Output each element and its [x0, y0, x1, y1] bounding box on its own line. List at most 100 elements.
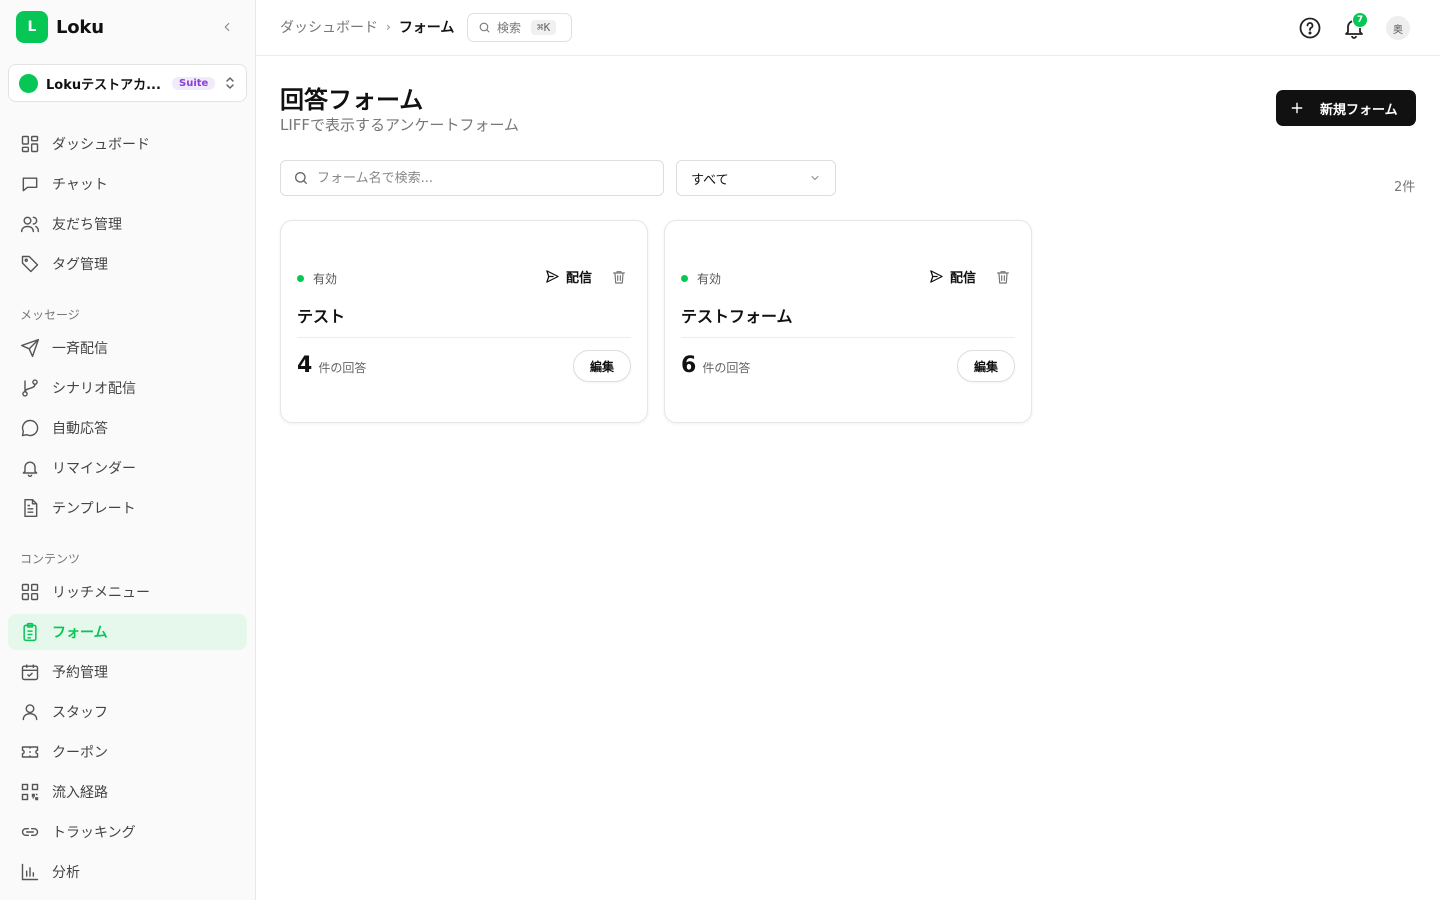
sidebar-item-chat[interactable]: チャット: [8, 166, 247, 202]
search-icon: [479, 22, 490, 33]
form-name: テスト: [297, 307, 346, 326]
breadcrumb-dashboard-link[interactable]: ダッシュボード: [280, 17, 378, 37]
send-label: 配信: [566, 271, 593, 286]
sidebar-item-tracking[interactable]: トラッキング: [8, 814, 247, 850]
grid-icon: [20, 134, 40, 154]
form-name: テストフォーム: [681, 307, 793, 326]
status-filter-select[interactable]: すべて: [676, 160, 836, 196]
sidebar-item-label: 自動応答: [52, 421, 108, 437]
trash-icon[interactable]: [995, 269, 1011, 285]
send-form-button[interactable]: 配信: [545, 267, 592, 286]
sidebar-item-label: テンプレート: [52, 501, 136, 517]
response-unit: 件の回答: [318, 361, 367, 375]
status-filter-value: すべて: [691, 172, 729, 188]
chevron-up-down-icon: [226, 77, 234, 89]
response-number: 4: [297, 353, 313, 378]
brand-name: Loku: [56, 16, 104, 38]
new-form-button[interactable]: 新規フォーム: [1276, 90, 1416, 126]
topbar: ダッシュボード › フォーム 検索 ⌘K 7 奥: [256, 0, 1440, 56]
new-form-label: 新規フォーム: [1320, 102, 1398, 118]
response-count: 4 件の回答: [297, 353, 366, 378]
divider: [681, 337, 1015, 338]
brand-logo: L: [16, 11, 48, 43]
sidebar-item-label: フォーム: [52, 625, 108, 641]
sidebar-item-rich-menu[interactable]: リッチメニュー: [8, 574, 247, 610]
sidebar-item-label: 流入経路: [52, 785, 108, 801]
section-title-content: コンテンツ: [20, 552, 81, 566]
notification-count-badge: 7: [1352, 12, 1368, 28]
collapse-sidebar-button[interactable]: [218, 18, 236, 36]
sidebar-item-label: リマインダー: [52, 461, 136, 477]
account-avatar: [19, 73, 38, 93]
sidebar-item-label: タグ管理: [52, 257, 108, 273]
send-icon: [930, 270, 943, 283]
status-label: 有効: [697, 272, 722, 286]
search-label: 検索: [497, 21, 522, 35]
send-label: 配信: [950, 271, 977, 286]
sidebar-item-tags[interactable]: タグ管理: [8, 246, 247, 282]
sidebar-item-label: ダッシュボード: [52, 137, 150, 153]
response-unit: 件の回答: [702, 361, 751, 375]
chevron-down-icon: [811, 176, 819, 181]
breadcrumb: ダッシュボード › フォーム: [280, 17, 454, 37]
sidebar-item-broadcast[interactable]: 一斉配信: [8, 330, 247, 366]
plus-icon: [1288, 99, 1306, 117]
sidebar-item-label: 分析: [52, 865, 80, 881]
sidebar-item-label: チャット: [52, 177, 108, 193]
send-form-button[interactable]: 配信: [929, 267, 976, 286]
sidebar-item-label: クーポン: [52, 745, 108, 761]
send-icon: [546, 270, 559, 283]
page-subtitle: LIFFで表示するアンケートフォーム: [280, 116, 519, 134]
edit-form-button[interactable]: 編集: [957, 350, 1015, 382]
qr-code-icon: [20, 782, 40, 802]
response-number: 6: [681, 353, 697, 378]
sidebar-item-label: スタッフ: [52, 705, 108, 721]
send-icon: [20, 338, 40, 358]
status-badge: 有効: [297, 270, 337, 287]
sidebar-item-label: 一斉配信: [52, 341, 108, 357]
response-count: 6 件の回答: [681, 353, 750, 378]
calendar-check-icon: [20, 662, 40, 682]
sidebar-item-label: トラッキング: [52, 825, 136, 841]
users-icon: [20, 214, 40, 234]
section-title-message: メッセージ: [20, 308, 80, 322]
result-count: 2件: [1394, 180, 1416, 195]
chat-icon: [20, 174, 40, 194]
sidebar-item-staff[interactable]: スタッフ: [8, 694, 247, 730]
brand[interactable]: L Loku: [16, 11, 104, 43]
sidebar-item-inflow-routes[interactable]: 流入経路: [8, 774, 247, 810]
account-name: Lokuテストアカ...: [46, 77, 161, 93]
branch-icon: [20, 378, 40, 398]
global-search-button[interactable]: 検索 ⌘K: [467, 13, 572, 42]
user-avatar[interactable]: 奥: [1386, 16, 1410, 40]
sidebar-item-scenario[interactable]: シナリオ配信: [8, 370, 247, 406]
sidebar-item-coupons[interactable]: クーポン: [8, 734, 247, 770]
speech-bubble-icon: [20, 418, 40, 438]
link-icon: [20, 822, 40, 842]
sidebar: L Loku Lokuテストアカ... Suite ダッシュボード チャット 友…: [0, 0, 256, 900]
sidebar-item-auto-reply[interactable]: 自動応答: [8, 410, 247, 446]
sidebar-item-forms[interactable]: フォーム: [8, 614, 247, 650]
trash-icon[interactable]: [611, 269, 627, 285]
sidebar-item-template[interactable]: テンプレート: [8, 490, 247, 526]
clipboard-icon: [20, 622, 40, 642]
sidebar-item-analytics[interactable]: 分析: [8, 854, 247, 890]
help-icon[interactable]: [1298, 16, 1322, 40]
edit-form-button[interactable]: 編集: [573, 350, 631, 382]
plan-badge: Suite: [172, 76, 216, 90]
form-search-input[interactable]: [317, 170, 647, 186]
sidebar-item-reminder[interactable]: リマインダー: [8, 450, 247, 486]
grid-icon: [20, 582, 40, 602]
form-search-field: [280, 160, 664, 196]
status-badge: 有効: [681, 270, 721, 287]
form-card: 有効 配信 テストフォーム 6 件の回答 編集: [664, 220, 1032, 423]
document-icon: [20, 498, 40, 518]
status-dot: [681, 275, 688, 282]
chevron-left-icon: [224, 22, 230, 32]
page-title: 回答フォーム: [280, 86, 424, 114]
sidebar-item-label: シナリオ配信: [52, 381, 136, 397]
sidebar-item-dashboard[interactable]: ダッシュボード: [8, 126, 247, 162]
sidebar-item-reservations[interactable]: 予約管理: [8, 654, 247, 690]
account-switcher[interactable]: Lokuテストアカ... Suite: [8, 64, 247, 102]
sidebar-item-friends[interactable]: 友だち管理: [8, 206, 247, 242]
